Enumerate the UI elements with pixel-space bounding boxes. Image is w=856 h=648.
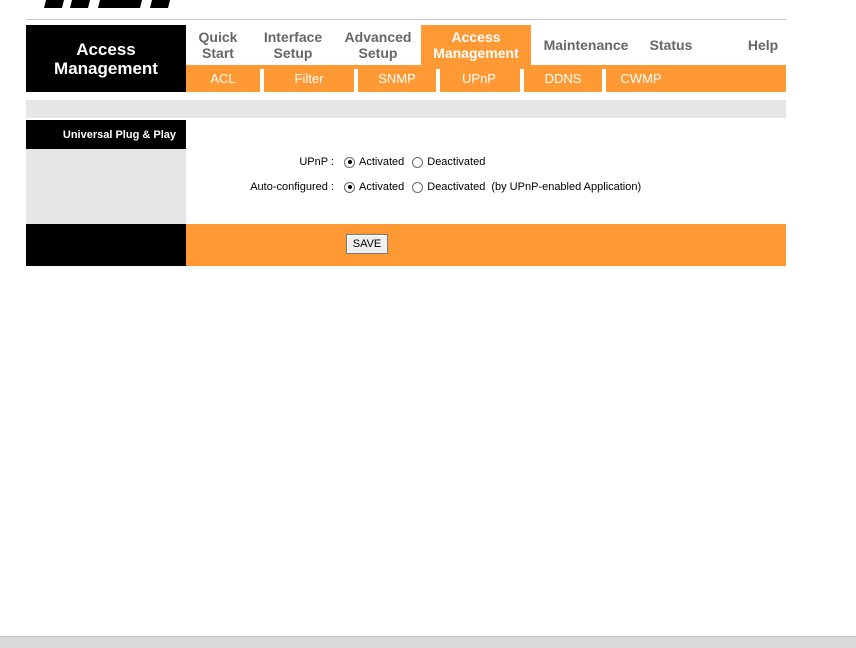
upnp-activated-label: Activated bbox=[359, 156, 405, 168]
upnp-deactivated-radio[interactable] bbox=[412, 156, 424, 168]
upnp-label: UPnP : bbox=[299, 156, 334, 168]
auto-config-note: (by UPnP-enabled Application) bbox=[491, 181, 642, 193]
nav-advanced-setup[interactable]: Advanced Setup bbox=[336, 25, 420, 65]
side-panel bbox=[26, 149, 186, 224]
nav-status[interactable]: Status bbox=[642, 25, 700, 65]
subnav-acl[interactable]: ACL bbox=[186, 65, 260, 92]
footer-left-panel bbox=[26, 224, 186, 266]
subnav-cwmp[interactable]: CWMP bbox=[606, 65, 676, 92]
auto-config-activated-radio[interactable] bbox=[344, 181, 355, 193]
main-nav: Quick Start Interface Setup Advanced Set… bbox=[186, 25, 786, 65]
subnav-filter[interactable]: Filter bbox=[264, 65, 354, 92]
subnav-upnp[interactable]: UPnP bbox=[440, 65, 518, 92]
save-button[interactable]: SAVE bbox=[346, 234, 388, 254]
upnp-activated-radio[interactable] bbox=[344, 156, 355, 168]
auto-config-activated-label: Activated bbox=[359, 181, 405, 193]
nav-quick-start[interactable]: Quick Start bbox=[186, 25, 250, 65]
nav-maintenance[interactable]: Maintenance bbox=[536, 25, 636, 65]
subnav-ddns[interactable]: DDNS bbox=[524, 65, 602, 92]
auto-config-row: Auto-configured : Activated Deactivated … bbox=[186, 177, 641, 197]
auto-config-deactivated-radio[interactable] bbox=[412, 181, 424, 193]
upnp-row: UPnP : Activated Deactivated bbox=[186, 152, 491, 172]
auto-config-label: Auto-configured : bbox=[250, 181, 334, 193]
page-title: Access Management bbox=[26, 25, 186, 92]
sub-nav: ACL Filter SNMP UPnP DDNS CWMP bbox=[186, 65, 786, 92]
subnav-snmp[interactable]: SNMP bbox=[358, 65, 436, 92]
footer-bar bbox=[186, 224, 786, 266]
nav-interface-setup[interactable]: Interface Setup bbox=[252, 25, 334, 65]
window-bottom-bar bbox=[0, 636, 856, 648]
msi-logo-icon bbox=[44, 0, 170, 8]
auto-config-deactivated-label: Deactivated bbox=[427, 181, 486, 193]
nav-help[interactable]: Help bbox=[736, 25, 790, 65]
nav-access-management[interactable]: Access Management bbox=[421, 25, 531, 65]
upnp-deactivated-label: Deactivated bbox=[427, 156, 486, 168]
spacer-band bbox=[26, 100, 786, 118]
top-divider bbox=[26, 19, 786, 20]
section-title: Universal Plug & Play bbox=[26, 120, 186, 149]
